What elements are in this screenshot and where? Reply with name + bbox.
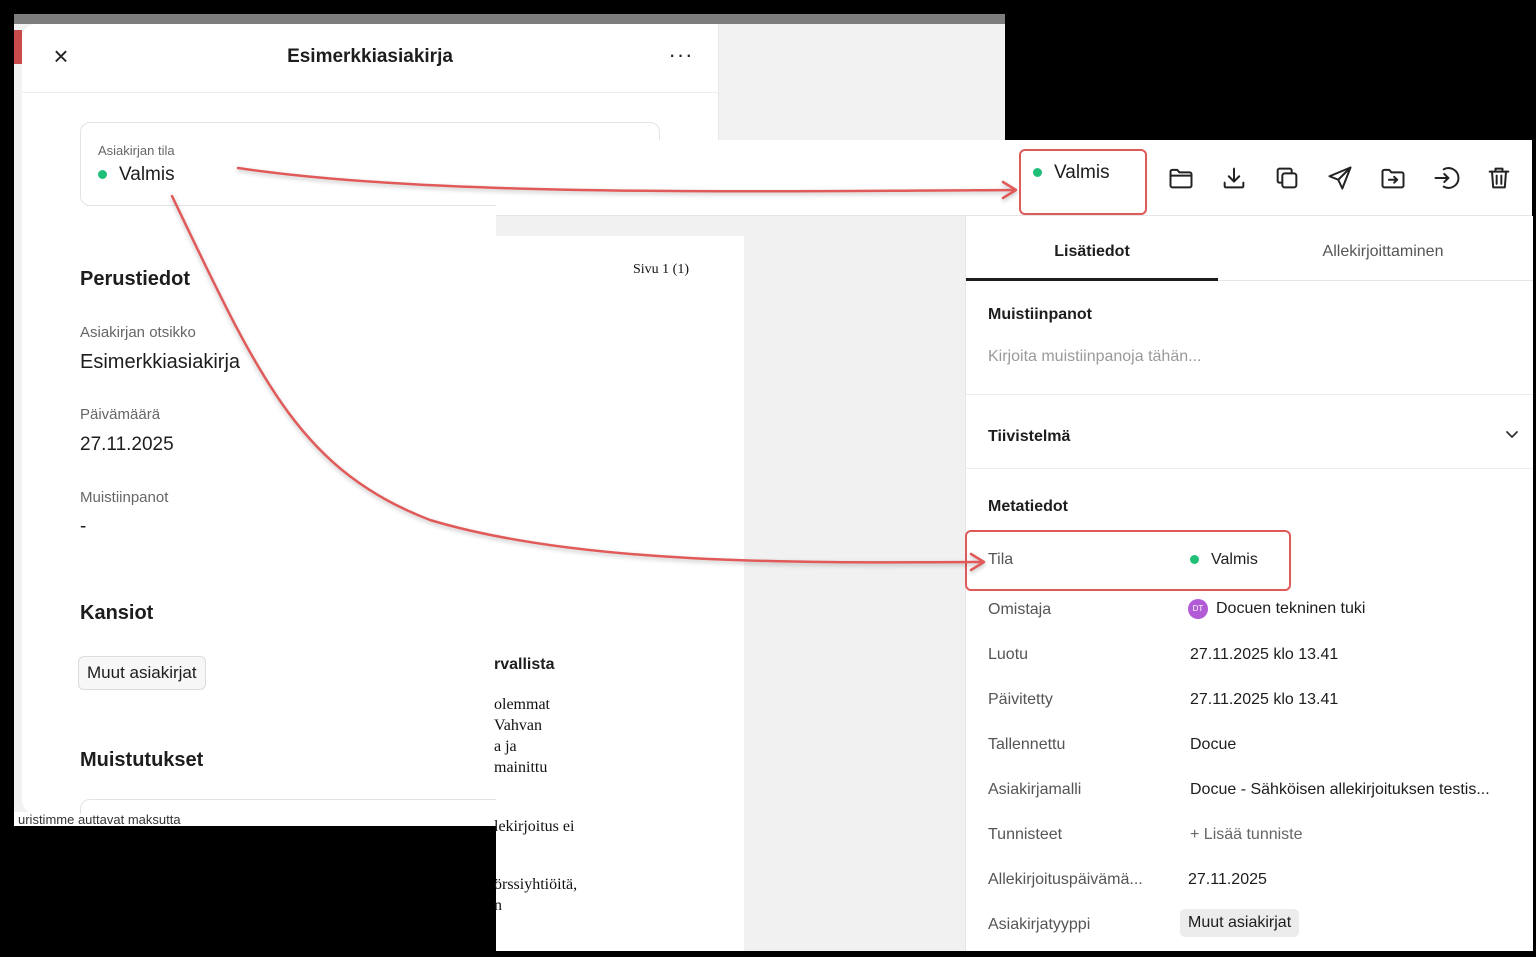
tab-additional-info[interactable]: Lisätiedot <box>966 216 1218 280</box>
tab-signing[interactable]: Allekirjoittaminen <box>1218 216 1536 280</box>
meta-key-saved: Tallennettu <box>988 736 1066 753</box>
meta-key-tags: Tunnisteet <box>988 826 1063 843</box>
doc-line: a ja <box>494 738 517 755</box>
status-value: Valmis <box>98 164 175 186</box>
avatar: DT <box>1188 599 1208 619</box>
doc-line: örssiyhtiöitä, <box>494 876 578 893</box>
folder-tag[interactable]: Muut asiakirjat <box>78 656 206 690</box>
date-value: 27.11.2025 <box>80 434 174 455</box>
move-folder-icon[interactable] <box>1379 164 1407 192</box>
annotation-highlight-meta-status <box>965 530 1291 591</box>
document-preview-area[interactable]: Sivu 1 (1) rvallista olemmat Vahvan a ja… <box>494 216 965 951</box>
meta-value-updated: 27.11.2025 klo 13.41 <box>1190 691 1339 708</box>
page-number: Sivu 1 (1) <box>633 262 689 277</box>
meta-key-signing-date: Allekirjoituspäivämä... <box>988 871 1143 888</box>
login-icon[interactable] <box>1432 164 1460 192</box>
notes-heading: Muistiinpanot <box>988 306 1092 323</box>
annotation-highlight-toolbar-status <box>1019 149 1147 215</box>
copy-icon[interactable] <box>1273 164 1301 192</box>
meta-value-doc-type[interactable]: Muut asiakirjat <box>1180 909 1300 937</box>
meta-key-created: Luotu <box>988 646 1029 663</box>
notes-label: Muistiinpanot <box>80 489 169 506</box>
meta-value-saved: Docue <box>1190 736 1237 753</box>
divider <box>966 394 1533 395</box>
meta-key-updated: Päivitetty <box>988 691 1053 708</box>
folders-heading: Kansiot <box>80 602 154 624</box>
meta-value-signing-date: 27.11.2025 <box>1188 871 1267 888</box>
meta-value-owner[interactable]: DT Docuen tekninen tuki <box>1188 599 1518 619</box>
background-app-logo <box>14 30 22 64</box>
active-tab-indicator <box>966 278 1218 281</box>
date-label: Päivämäärä <box>80 406 161 423</box>
doc-line: mainittu <box>494 759 548 776</box>
send-icon[interactable] <box>1326 164 1354 192</box>
doc-line: olemmat <box>494 696 550 713</box>
folder-icon[interactable] <box>1167 164 1195 192</box>
more-icon[interactable]: ··· <box>666 42 696 68</box>
doc-heading-fragment: rvallista <box>494 656 555 673</box>
meta-key-doc-type: Asiakirjatyyppi <box>988 916 1091 933</box>
doc-line: n <box>494 897 502 914</box>
panel-title: Esimerkkiasiakirja <box>287 46 453 67</box>
notes-value: - <box>80 516 87 537</box>
add-tag-button[interactable]: + Lisää tunniste <box>1190 826 1520 844</box>
meta-value-created: 27.11.2025 klo 13.41 <box>1190 646 1339 663</box>
meta-key-template: Asiakirjamalli <box>988 781 1082 798</box>
metadata-heading: Metatiedot <box>988 498 1068 515</box>
notes-input[interactable]: Kirjoita muistiinpanoja tähän... <box>988 348 1508 366</box>
status-text: Valmis <box>119 164 175 185</box>
divider <box>966 468 1533 469</box>
meta-key-owner: Omistaja <box>988 601 1052 618</box>
background-peek-text: uristimme auttavat maksutta <box>14 812 498 827</box>
reminders-heading: Muistutukset <box>80 749 204 771</box>
doc-title-value: Esimerkkiasiakirja <box>80 351 241 373</box>
meta-value-template[interactable]: Docue - Sähköisen allekirjoituksen testi… <box>1190 781 1520 799</box>
doc-line: lekirjoitus ei <box>494 818 575 835</box>
background-window-titlebar <box>14 14 1005 24</box>
viewer-toolbar: Valmis <box>496 140 1532 216</box>
document-page: Sivu 1 (1) rvallista olemmat Vahvan a ja… <box>494 236 744 951</box>
trash-icon[interactable] <box>1485 164 1513 192</box>
summary-heading[interactable]: Tiivistelmä <box>988 428 1070 446</box>
doc-type-tag[interactable]: Muut asiakirjat <box>1180 909 1300 937</box>
doc-line: Vahvan <box>494 717 542 734</box>
chevron-down-icon[interactable] <box>1502 424 1522 444</box>
download-icon[interactable] <box>1220 164 1248 192</box>
doc-title-label: Asiakirjan otsikko <box>80 324 196 341</box>
status-label: Asiakirjan tila <box>98 143 175 158</box>
basic-info-heading: Perustiedot <box>80 268 191 290</box>
status-dot-icon <box>98 170 107 180</box>
owner-name: Docuen tekninen tuki <box>1216 600 1366 618</box>
